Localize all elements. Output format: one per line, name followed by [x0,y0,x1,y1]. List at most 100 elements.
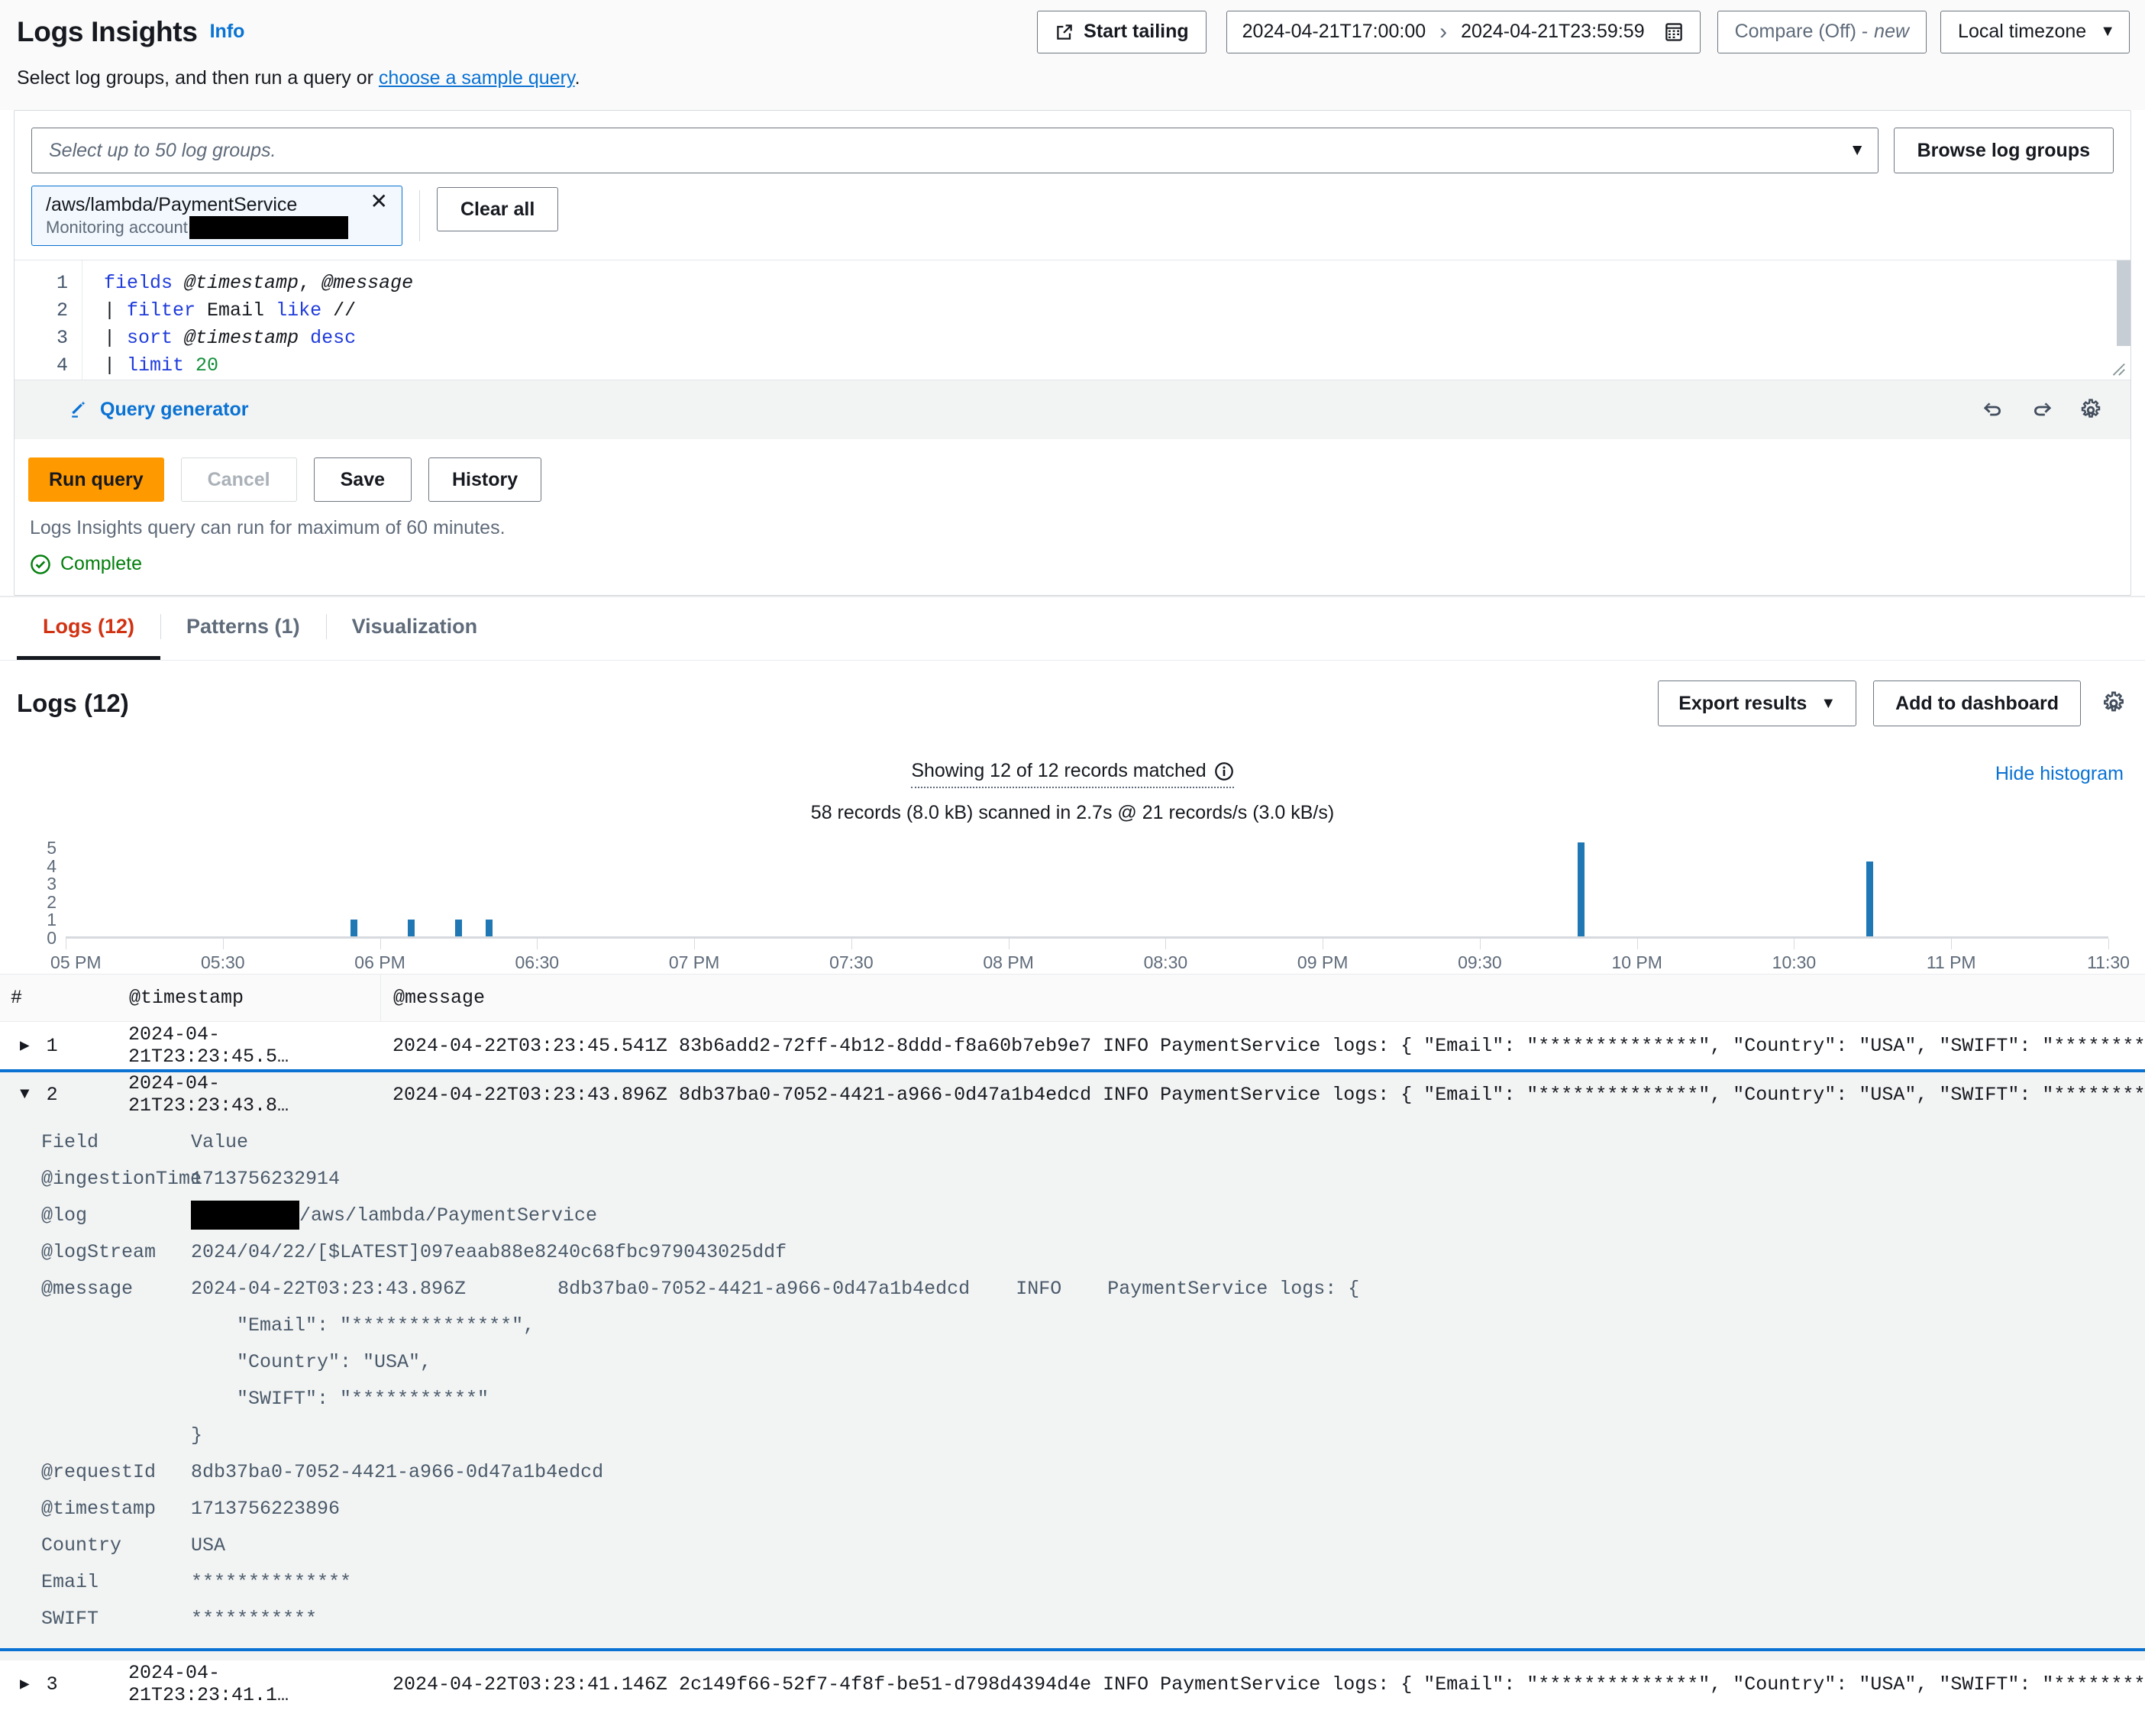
query-line-1[interactable]: fields @timestamp, @message [104,270,2130,297]
results-histogram[interactable]: 543210 05 PM05:3006 PM06:3007 PM07:3008 … [24,842,2122,965]
detail-field-key: @timestamp [0,1491,191,1527]
query-token: Email [195,299,276,322]
query-line-2[interactable]: | filter Email like // [104,297,2130,325]
x-tick-label: 11 PM [1927,952,1976,973]
cancel-button[interactable]: Cancel [181,457,297,502]
add-to-dashboard-button[interactable]: Add to dashboard [1873,680,2081,726]
detail-field-value: 1713756223896 [191,1491,2145,1527]
query-token: , [299,272,321,294]
y-tick-3: 3 [24,875,57,894]
export-results-button[interactable]: Export results ▼ [1658,680,1856,726]
detail-row: FieldValue [0,1124,2145,1161]
query-token: // [321,299,356,322]
query-status-label: Complete [60,553,142,575]
tab-logs[interactable]: Logs (12) [17,597,160,660]
timezone-select[interactable]: Local timezone ▼ [1940,11,2130,53]
undo-icon[interactable] [1981,398,2005,422]
success-check-icon [30,554,51,575]
query-generator-button[interactable]: Query generator [68,399,249,421]
query-token: desc [310,327,356,349]
run-query-button[interactable]: Run query [28,457,164,502]
compare-toggle-button[interactable]: Compare (Off) - new [1717,11,1927,53]
tab-patterns[interactable]: Patterns (1) [160,597,326,660]
editor-line-number-1: 1 [15,270,82,297]
caret-down-icon[interactable]: ▼ [20,1086,30,1104]
selected-log-groups-row: /aws/lambda/PaymentService ✕ Monitoring … [15,173,2130,260]
query-token: fields [104,272,173,294]
editor-line-number-3: 3 [15,325,82,352]
close-icon[interactable]: ✕ [367,194,391,209]
x-tick-label: 08 PM [983,952,1033,973]
caret-right-icon[interactable]: ▶ [20,1036,30,1056]
detail-field-key: @log [0,1198,191,1234]
detail-row: @log/aws/lambda/PaymentService [0,1198,2145,1234]
histogram-x-axis: 05 PM05:3006 PM06:3007 PM07:3008 PM08:30… [66,939,2108,965]
info-circle-icon[interactable] [1214,761,1234,781]
detail-field-value: *********** [191,1601,2145,1637]
histogram-bar[interactable] [1578,842,1585,939]
detail-field-value: /aws/lambda/PaymentService [191,1198,2145,1234]
info-link[interactable]: Info [210,21,245,43]
clear-all-button[interactable]: Clear all [437,187,558,231]
x-tick-mark [694,939,695,949]
x-tick-label: 06 PM [354,952,405,973]
table-row[interactable]: ▶12024-04-21T23:23:45.5…2024-04-22T03:23… [0,1022,2145,1069]
detail-row: @logStream2024/04/22/[$LATEST]097eaab88e… [0,1234,2145,1271]
x-tick-mark [2108,939,2109,949]
table-row[interactable]: ▶32024-04-21T23:23:41.1…2024-04-22T03:23… [0,1660,2145,1708]
query-runtime-hint: Logs Insights query can run for maximum … [15,502,2130,539]
date-range-picker[interactable]: 2024-04-21T17:00:00 › 2024-04-21T23:59:5… [1226,11,1701,53]
showing-records-label: Showing 12 of 12 records matched [911,760,1206,782]
editor-line-numbers: 1234 [15,260,82,380]
x-tick-mark [1165,939,1166,949]
caret-right-icon[interactable]: ▶ [20,1674,30,1694]
query-editor[interactable]: 1234 fields @timestamp, @message| filter… [15,260,2130,380]
query-token [184,354,195,377]
x-tick-label: 10:30 [1772,952,1817,973]
detail-row: SWIFT*********** [0,1601,2145,1637]
detail-field-key: SWIFT [0,1601,191,1637]
detail-field-value: USA [191,1527,2145,1564]
x-tick-label: 09:30 [1458,952,1502,973]
showing-records-text: Showing 12 of 12 records matched [0,746,2145,788]
editor-tools [1981,398,2120,422]
calendar-icon[interactable] [1659,21,1689,43]
editor-code[interactable]: fields @timestamp, @message| filter Emai… [82,260,2130,380]
query-line-4[interactable]: | limit 20 [104,352,2130,380]
history-button[interactable]: History [428,457,541,502]
detail-field-value: 8db37ba0-7052-4421-a966-0d47a1b4edcd [191,1454,2145,1491]
save-button[interactable]: Save [314,457,412,502]
x-tick-mark [1480,939,1481,949]
export-results-label: Export results [1678,693,1807,715]
tab-visualization[interactable]: Visualization [326,597,504,660]
chevron-down-icon[interactable]: ▼ [1849,141,1866,160]
editor-scrollbar[interactable] [2117,260,2130,346]
log-group-token[interactable]: /aws/lambda/PaymentService ✕ Monitoring … [31,186,402,246]
log-group-token-account: Monitoring account [46,216,391,239]
x-tick-mark [1951,939,1952,949]
query-token: @timestamp [184,272,299,294]
redo-icon[interactable] [2030,398,2054,422]
date-from[interactable]: 2024-04-21T17:00:00 [1242,21,1426,43]
query-token: sort [127,327,173,349]
detail-message-text: "SWIFT": "***********" [0,1381,2145,1418]
sample-query-link[interactable]: choose a sample query [379,67,575,89]
start-tailing-button[interactable]: Start tailing [1037,11,1207,53]
y-tick-1: 1 [24,911,57,929]
table-row[interactable]: ▼22024-04-21T23:23:43.8…2024-04-22T03:23… [0,1069,2145,1117]
results-settings-gear-icon[interactable] [2101,690,2127,716]
log-group-row: Select up to 50 log groups. ▼ Browse log… [15,111,2130,173]
browse-log-groups-button[interactable]: Browse log groups [1894,128,2114,173]
hide-histogram-link[interactable]: Hide histogram [1995,763,2124,785]
editor-settings-gear-icon[interactable] [2079,398,2103,422]
row-timestamp-cell: 2024-04-21T23:23:45.5… [128,1023,380,1068]
histogram-bar[interactable] [1866,862,1873,939]
query-generator-label: Query generator [100,399,249,421]
detail-row: @timestamp1713756223896 [0,1491,2145,1527]
x-tick-label: 05:30 [201,952,245,973]
row-message-cell: 2024-04-22T03:23:45.541Z 83b6add2-72ff-4… [380,1035,2145,1057]
editor-resize-handle[interactable] [2109,360,2126,377]
date-to[interactable]: 2024-04-21T23:59:59 [1461,21,1644,43]
log-group-select[interactable]: Select up to 50 log groups. ▼ [31,128,1878,173]
query-line-3[interactable]: | sort @timestamp desc [104,325,2130,352]
